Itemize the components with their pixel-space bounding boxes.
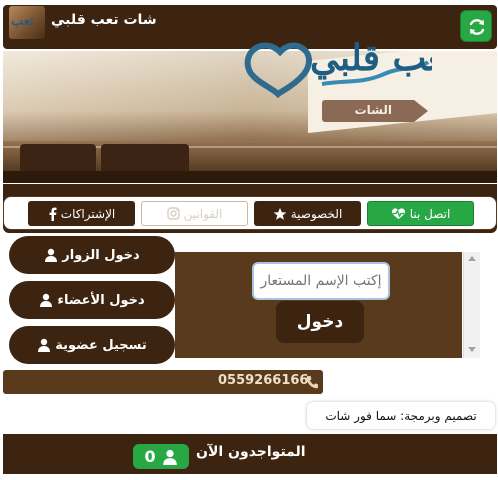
- nav-contact-button[interactable]: اتصل بنا: [367, 201, 474, 226]
- register-label: تسجيل عضوية: [55, 337, 147, 353]
- phone-number[interactable]: 0559266166: [218, 373, 308, 388]
- online-users-label: المتواجدون الآن: [196, 444, 306, 460]
- user-icon: [162, 449, 177, 465]
- nav-subscriptions-label: الإشتراكات: [60, 206, 116, 221]
- nav-privacy-button[interactable]: الخصوصية: [254, 201, 361, 226]
- nav-rules-label: القوانين: [183, 206, 223, 221]
- facebook-icon: [49, 207, 57, 221]
- member-login-button[interactable]: دخول الأعضاء: [9, 281, 175, 319]
- chat-tag-label: الشات: [354, 103, 392, 117]
- banner-bench-right: [101, 144, 189, 174]
- heart-pulse-icon: [391, 208, 405, 219]
- instagram-icon: [166, 207, 180, 220]
- nav-subscriptions-button[interactable]: الإشتراكات: [28, 201, 135, 226]
- visitor-login-label: دخول الزوار: [62, 247, 140, 263]
- star-icon: [273, 207, 287, 220]
- banner-logo: تعب قلبي: [244, 37, 432, 99]
- banner-bench-left: [20, 144, 96, 174]
- refresh-button[interactable]: [460, 10, 492, 42]
- scroll-up-arrow-icon[interactable]: [468, 256, 476, 261]
- nav-contact-label: اتصل بنا: [409, 206, 451, 221]
- refresh-icon: [469, 19, 485, 35]
- banner-floor: [3, 171, 497, 183]
- online-users-count: 0: [144, 447, 156, 466]
- logo-text: تعب: [11, 14, 34, 29]
- nav-rules-button[interactable]: القوانين: [141, 201, 248, 226]
- nav-privacy-label: الخصوصية: [290, 206, 343, 221]
- member-login-label: دخول الأعضاء: [57, 292, 145, 308]
- user-icon: [40, 293, 53, 307]
- banner-logo-text: تعب قلبي: [310, 37, 432, 80]
- online-users-count-badge[interactable]: 0: [133, 444, 189, 469]
- user-icon: [38, 338, 51, 352]
- credits-text: تصميم وبرمجة: سما فور شات: [307, 402, 495, 429]
- register-button[interactable]: تسجيل عضوية: [9, 326, 175, 364]
- user-icon: [45, 248, 58, 262]
- phone-icon: [306, 376, 318, 389]
- site-title: شات تعب قلبي: [51, 12, 157, 28]
- site-logo[interactable]: تعب: [9, 6, 45, 39]
- scroll-down-arrow-icon[interactable]: [468, 347, 476, 352]
- visitor-login-button[interactable]: دخول الزوار: [9, 236, 175, 274]
- nickname-input[interactable]: [252, 262, 390, 300]
- login-button[interactable]: دخول: [276, 301, 364, 343]
- chat-tag: الشات: [322, 100, 428, 122]
- login-panel-scrollbar[interactable]: [463, 252, 480, 358]
